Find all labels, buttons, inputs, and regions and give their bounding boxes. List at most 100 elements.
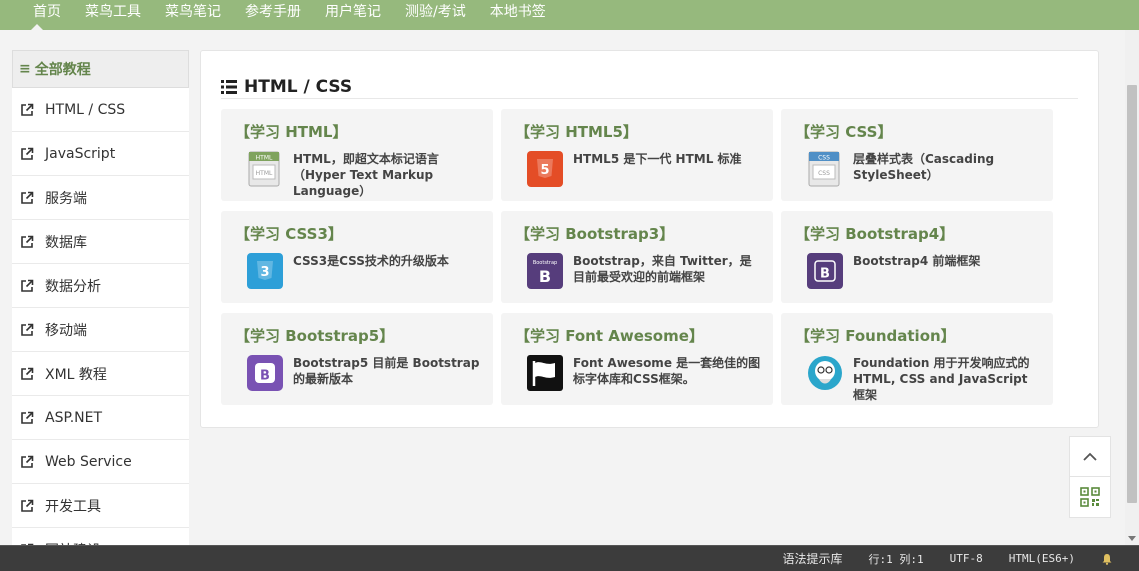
scroll-down-icon[interactable] — [1128, 536, 1136, 541]
back-to-top-button[interactable] — [1069, 436, 1111, 478]
list-icon — [221, 79, 237, 94]
chevron-up-icon — [1083, 452, 1097, 461]
css-icon: CSS CSS — [807, 151, 843, 187]
card-title[interactable]: 【学习 CSS3】 — [235, 223, 343, 244]
status-bar: 语法提示库 行:1 列:1 UTF-8 HTML(ES6+) — [0, 545, 1139, 571]
card-title[interactable]: 【学习 CSS】 — [795, 121, 892, 142]
qr-code-button[interactable] — [1069, 476, 1111, 518]
card-description: CSS3是CSS技术的升级版本 — [293, 254, 449, 268]
sidebar-item[interactable]: 网站建设 — [12, 528, 189, 545]
tutorial-card[interactable]: 【学习 CSS】 CSS CSS 层叠样式表（Cascading StyleSheet… — [781, 109, 1053, 201]
svg-text:CSS: CSS — [818, 155, 830, 162]
tutorial-card[interactable]: 【学习 Bootstrap4】 B Bootstrap4 前端框架 — [781, 211, 1053, 303]
card-title[interactable]: 【学习 Foundation】 — [795, 325, 956, 346]
tutorial-card[interactable]: 【学习 Foundation】 Foundation 用于开发响应式的 HTML,… — [781, 313, 1053, 405]
nav-notes[interactable]: 菜鸟笔记 — [153, 0, 233, 30]
sidebar-item[interactable]: ASP.NET — [12, 396, 189, 440]
sidebar-item-label: 数据分析 — [45, 278, 101, 295]
nav-bookmarks[interactable]: 本地书签 — [478, 0, 558, 30]
sidebar-item-label: 移动端 — [45, 322, 87, 339]
card-title[interactable]: 【学习 Bootstrap4】 — [795, 223, 954, 244]
sidebar-item[interactable]: 数据库 — [12, 220, 189, 264]
sidebar-item-label: 服务端 — [45, 190, 87, 207]
foundation-icon — [807, 355, 843, 391]
html5-icon: 5 — [527, 151, 563, 187]
language-mode[interactable]: HTML(ES6+) — [1009, 552, 1075, 565]
sidebar-item-label: 开发工具 — [45, 498, 101, 515]
sidebar-item-label: JavaScript — [45, 145, 116, 162]
css3-icon: 3 — [247, 253, 283, 289]
sidebar-header-label: 全部教程 — [34, 62, 91, 78]
svg-text:Bootstrap: Bootstrap — [533, 260, 557, 266]
qr-code-icon — [1080, 487, 1100, 507]
top-nav: 首页 菜鸟工具 菜鸟笔记 参考手册 用户笔记 测验/考试 本地书签 — [0, 0, 1139, 30]
card-description: Bootstrap4 前端框架 — [853, 254, 981, 268]
card-title[interactable]: 【学习 Bootstrap3】 — [515, 223, 674, 244]
external-link-icon — [21, 367, 34, 380]
card-title[interactable]: 【学习 Bootstrap5】 — [235, 325, 394, 346]
sidebar-item-label: XML 教程 — [45, 366, 107, 383]
nav-tools[interactable]: 菜鸟工具 — [73, 0, 153, 30]
svg-text:B: B — [539, 267, 551, 286]
tutorial-card[interactable]: 【学习 Bootstrap5】 B Bootstrap5 目前是 Bootstrap… — [221, 313, 493, 405]
nav-user-notes[interactable]: 用户笔记 — [313, 0, 393, 30]
card-description: Bootstrap，来自 Twitter，是目前最受欢迎的前端框架 — [573, 254, 752, 284]
encoding[interactable]: UTF-8 — [950, 552, 983, 565]
tutorial-card[interactable]: 【学习 HTML】 HTML HTML HTML，即超文本标记语言（Hyper Tex… — [221, 109, 493, 201]
sidebar-item[interactable]: 服务端 — [12, 176, 189, 220]
tutorial-card[interactable]: 【学习 CSS3】 3 CSS3是CSS技术的升级版本 — [221, 211, 493, 303]
sidebar-item-label: Web Service — [45, 453, 132, 470]
external-link-icon — [21, 191, 34, 204]
card-description: Font Awesome 是一套绝佳的图标字体库和CSS框架。 — [573, 356, 761, 386]
sidebar-item[interactable]: 移动端 — [12, 308, 189, 352]
nav-quiz[interactable]: 测验/考试 — [393, 0, 478, 30]
sidebar-item[interactable]: JavaScript — [12, 132, 189, 176]
external-link-icon — [21, 103, 34, 116]
sidebar-item[interactable]: HTML / CSS — [12, 88, 189, 132]
svg-text:B: B — [820, 267, 830, 282]
sidebar-header[interactable]: ≡ 全部教程 — [12, 50, 189, 88]
card-description: HTML5 是下一代 HTML 标准 — [573, 152, 742, 166]
svg-text:3: 3 — [260, 265, 269, 280]
syntax-library[interactable]: 语法提示库 — [783, 550, 843, 567]
svg-text:HTML: HTML — [256, 170, 273, 177]
card-title[interactable]: 【学习 HTML5】 — [515, 121, 638, 142]
bootstrap4-icon: B — [807, 253, 843, 289]
tutorial-card[interactable]: 【学习 Bootstrap3】 Bootstrap B Bootstrap，来自 Tw… — [501, 211, 773, 303]
external-link-icon — [21, 147, 34, 160]
card-title[interactable]: 【学习 HTML】 — [235, 121, 348, 142]
svg-text:5: 5 — [540, 163, 549, 178]
card-description: Bootstrap5 目前是 Bootstrap 的最新版本 — [293, 356, 480, 386]
sidebar-item[interactable]: XML 教程 — [12, 352, 189, 396]
external-link-icon — [21, 411, 34, 424]
bootstrap3-icon: Bootstrap B — [527, 253, 563, 289]
cursor-position: 行:1 列:1 — [868, 552, 924, 566]
card-description: 层叠样式表（Cascading StyleSheet） — [853, 152, 995, 182]
nav-reference[interactable]: 参考手册 — [233, 0, 313, 30]
scrollbar[interactable] — [1125, 30, 1139, 545]
scrollbar-thumb[interactable] — [1127, 85, 1137, 503]
sidebar-item[interactable]: 数据分析 — [12, 264, 189, 308]
card-description: HTML，即超文本标记语言（Hyper Text Markup Language… — [293, 152, 439, 198]
sidebar-item[interactable]: Web Service — [12, 440, 189, 484]
tutorial-card[interactable]: 【学习 HTML5】 5 HTML5 是下一代 HTML 标准 — [501, 109, 773, 201]
main-panel: HTML / CSS 【学习 HTML】 HTML HTML HTML，即超文本标记语… — [200, 50, 1099, 428]
menu-icon: ≡ — [19, 61, 31, 77]
external-link-icon — [21, 323, 34, 336]
font-awesome-icon — [527, 355, 563, 391]
sidebar-item[interactable]: 开发工具 — [12, 484, 189, 528]
tutorial-card[interactable]: 【学习 Font Awesome】 Font Awesome 是一套绝佳的图标字体… — [501, 313, 773, 405]
sidebar: ≡ 全部教程 HTML / CSS JavaScript 服务端数据库数据分析移动端… — [12, 50, 189, 545]
external-link-icon — [21, 235, 34, 248]
bell-icon[interactable] — [1101, 553, 1113, 565]
section-title: HTML / CSS — [221, 75, 1078, 99]
svg-text:HTML: HTML — [256, 155, 273, 162]
nav-home[interactable]: 首页 — [0, 0, 73, 30]
card-title[interactable]: 【学习 Font Awesome】 — [515, 325, 704, 346]
sidebar-item-label: 数据库 — [45, 234, 87, 251]
external-link-icon — [21, 279, 34, 292]
svg-text:CSS: CSS — [818, 170, 830, 177]
section-title-text: HTML / CSS — [244, 76, 353, 97]
sidebar-item-label: ASP.NET — [45, 409, 103, 426]
sidebar-list: HTML / CSS JavaScript 服务端数据库数据分析移动端 XML 教程 A… — [12, 88, 189, 545]
